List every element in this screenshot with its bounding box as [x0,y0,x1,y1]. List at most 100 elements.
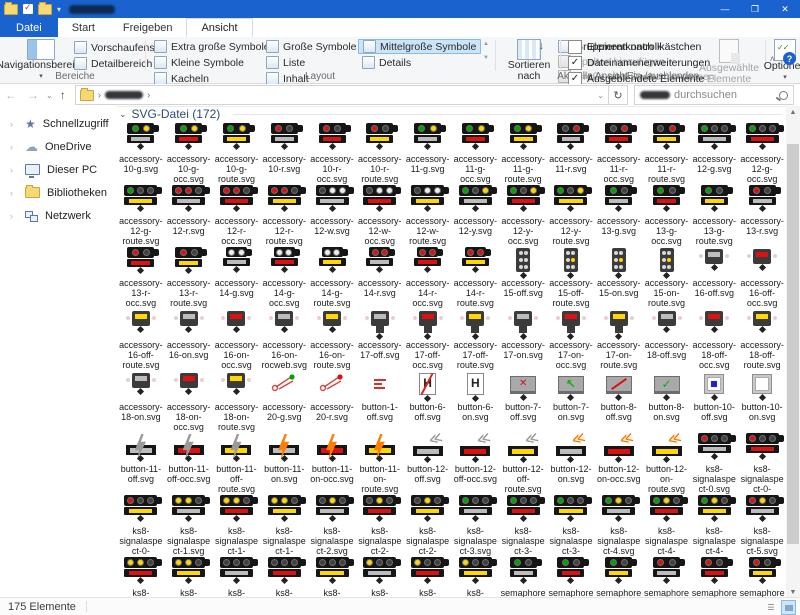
file-item[interactable]: accessory-18-off.svg [643,308,691,370]
file-item[interactable]: accessory-16-on-route.svg [308,308,356,370]
layout-option-extra-grosse-symbole[interactable]: Extra große Symbole [150,39,274,54]
file-item[interactable]: ks8-signalaspect-2.svg [308,494,356,556]
search-input[interactable]: durchsuchen [634,85,794,105]
file-item[interactable]: accessory-10-r.svg [260,122,308,184]
expand-chevron-icon[interactable]: › [10,188,18,198]
expand-chevron-icon[interactable]: › [10,119,18,129]
file-item[interactable]: semaphore-r-route.svg [738,556,786,598]
file-item[interactable]: ks8-signalaspect-4-route.svg [690,494,738,556]
file-item[interactable]: accessory-12-w.svg [308,184,356,246]
sidebar-item-dieser-pc[interactable]: › Dieser PC [0,158,117,181]
file-item[interactable]: accessory-10-r-occ.svg [308,122,356,184]
file-item[interactable]: ks8-signalaspect-3.svg [451,494,499,556]
up-button[interactable]: ↑ [55,88,71,102]
layout-scroll-down-icon[interactable]: ▼ [483,55,489,61]
tab-datei[interactable]: Datei [0,18,58,37]
file-item[interactable]: accessory-10-g.svg [117,122,165,184]
file-item[interactable]: accessory-10-g-route.svg [213,122,261,184]
file-item[interactable]: ks8-signalaspect-6-occ.svg [260,556,308,598]
expand-chevron-icon[interactable]: › [10,165,18,175]
file-item[interactable]: ≪button-12-on-occ.svg [595,432,643,494]
file-item[interactable]: accessory-20-r.svg [308,370,356,432]
close-button[interactable]: ✕ [770,0,800,18]
layout-scroll-up-icon[interactable]: ▲ [483,41,489,47]
file-item[interactable]: button-11-on-route.svg [356,432,404,494]
minimize-button[interactable]: — [710,0,740,18]
file-item[interactable]: Hbutton-6-off.svg [404,370,452,432]
file-item[interactable]: accessory-18-on-occ.svg [165,370,213,432]
file-item[interactable]: accessory-17-on-route.svg [595,308,643,370]
layout-option-kleine-symbole[interactable]: Kleine Symbole [150,55,274,70]
vertical-scrollbar[interactable]: ▲ ▼ [786,106,800,598]
breadcrumb-redacted[interactable] [105,91,143,99]
file-item[interactable]: accessory-16-on-rocweb.svg [260,308,308,370]
expand-chevron-icon[interactable]: › [10,211,18,221]
file-item[interactable]: button-11-off.svg [117,432,165,494]
file-item[interactable]: Hbutton-6-on.svg [451,370,499,432]
file-item[interactable]: accessory-12-w-route.svg [404,184,452,246]
scroll-up-icon[interactable]: ▲ [786,106,800,118]
file-item[interactable]: accessory-10-g-occ.svg [165,122,213,184]
file-item[interactable]: accessory-12-r-route.svg [260,184,308,246]
file-item[interactable]: accessory-14-g-occ.svg [260,246,308,308]
file-item[interactable]: accessory-14-g.svg [213,246,261,308]
file-item[interactable]: ks8-signalaspect-1-occ.svg [213,494,261,556]
properties-icon[interactable] [23,4,33,14]
back-button[interactable]: ← [0,88,22,102]
file-item[interactable]: accessory-13-r-occ.svg [117,246,165,308]
file-item[interactable]: semaphore-r-occ.svg [690,556,738,598]
file-item[interactable]: accessory-15-on.svg [595,246,643,308]
file-item[interactable]: ≪button-12-off-route.svg [499,432,547,494]
file-item[interactable]: ks8-signalaspect-4-occ.svg [643,494,691,556]
file-item[interactable]: ks8-signalaspect-7.svg [356,556,404,598]
file-item[interactable]: semaphore-r.svg [643,556,691,598]
file-item[interactable]: accessory-11-r.svg [547,122,595,184]
file-item[interactable]: ↖button-7-on.svg [547,370,595,432]
file-item[interactable]: accessory-12-g.svg [690,122,738,184]
file-item[interactable]: accessory-13-g.svg [595,184,643,246]
file-item[interactable]: ✕button-7-off.svg [499,370,547,432]
layout-option-details[interactable]: Details [358,55,481,70]
file-item[interactable]: accessory-11-g.svg [404,122,452,184]
new-folder-icon[interactable] [38,4,52,15]
file-item[interactable]: accessory-17-on.svg [499,308,547,370]
file-item[interactable]: ≪button-12-off.svg [404,432,452,494]
file-item[interactable]: accessory-11-r-occ.svg [595,122,643,184]
tab-ansicht[interactable]: Ansicht [186,18,252,37]
collapse-group-chevron-icon[interactable]: ⌄ [119,109,127,120]
file-item[interactable]: accessory-15-off-route.svg [547,246,595,308]
file-item[interactable]: accessory-11-r-route.svg [643,122,691,184]
file-item[interactable]: semaphore-g-occ.svg [547,556,595,598]
file-item[interactable]: ks8-signalaspect-2-route.svg [404,494,452,556]
file-item[interactable]: button-11-off-occ.svg [165,432,213,494]
file-item[interactable]: ✓button-8-on.svg [643,370,691,432]
checkbox-file-extensions[interactable]: ✓ Dateinamenerweiterungen [568,56,710,70]
file-item[interactable]: ≪button-12-off-occ.svg [451,432,499,494]
sidebar-item-bibliotheken[interactable]: › Bibliotheken [0,181,117,204]
file-item[interactable]: accessory-12-y-route.svg [547,184,595,246]
file-item[interactable]: accessory-18-off-route.svg [738,308,786,370]
file-item[interactable]: accessory-18-on-route.svg [213,370,261,432]
checkbox-item-checkboxes[interactable]: Elementkontrollkästchen [568,40,710,54]
file-item[interactable]: ks8-signalaspect-1.svg [165,494,213,556]
refresh-icon[interactable]: ↻ [609,85,628,105]
file-item[interactable]: ks8-signalaspect-5-occ.svg [117,556,165,598]
address-bar[interactable]: › › ⌄ [75,85,609,105]
file-item[interactable]: accessory-15-off.svg [499,246,547,308]
file-item[interactable]: accessory-11-g-occ.svg [451,122,499,184]
file-item[interactable]: accessory-16-off.svg [690,246,738,308]
file-item[interactable]: accessory-16-off-route.svg [117,308,165,370]
file-item[interactable]: accessory-12-w-occ.svg [356,184,404,246]
file-item[interactable]: ks8-signalaspect-7-occ.svg [404,556,452,598]
file-item[interactable]: accessory-14-r-route.svg [451,246,499,308]
file-item[interactable]: accessory-17-off.svg [356,308,404,370]
file-item[interactable]: accessory-13-r-route.svg [165,246,213,308]
layout-option-mittelgrosse-symbole[interactable]: Mittelgroße Symbole [358,39,481,54]
file-item[interactable]: ks8-signalaspect-3-occ.svg [499,494,547,556]
file-item[interactable]: accessory-16-on-occ.svg [213,308,261,370]
file-item[interactable]: accessory-16-off-occ.svg [738,246,786,308]
collapse-ribbon-icon[interactable]: ˄ [770,54,775,64]
file-item[interactable]: button-1-off.svg [356,370,404,432]
tab-start[interactable]: Start [58,18,109,37]
file-item[interactable]: ks8-signalaspect-0-occ.svg [738,432,786,494]
